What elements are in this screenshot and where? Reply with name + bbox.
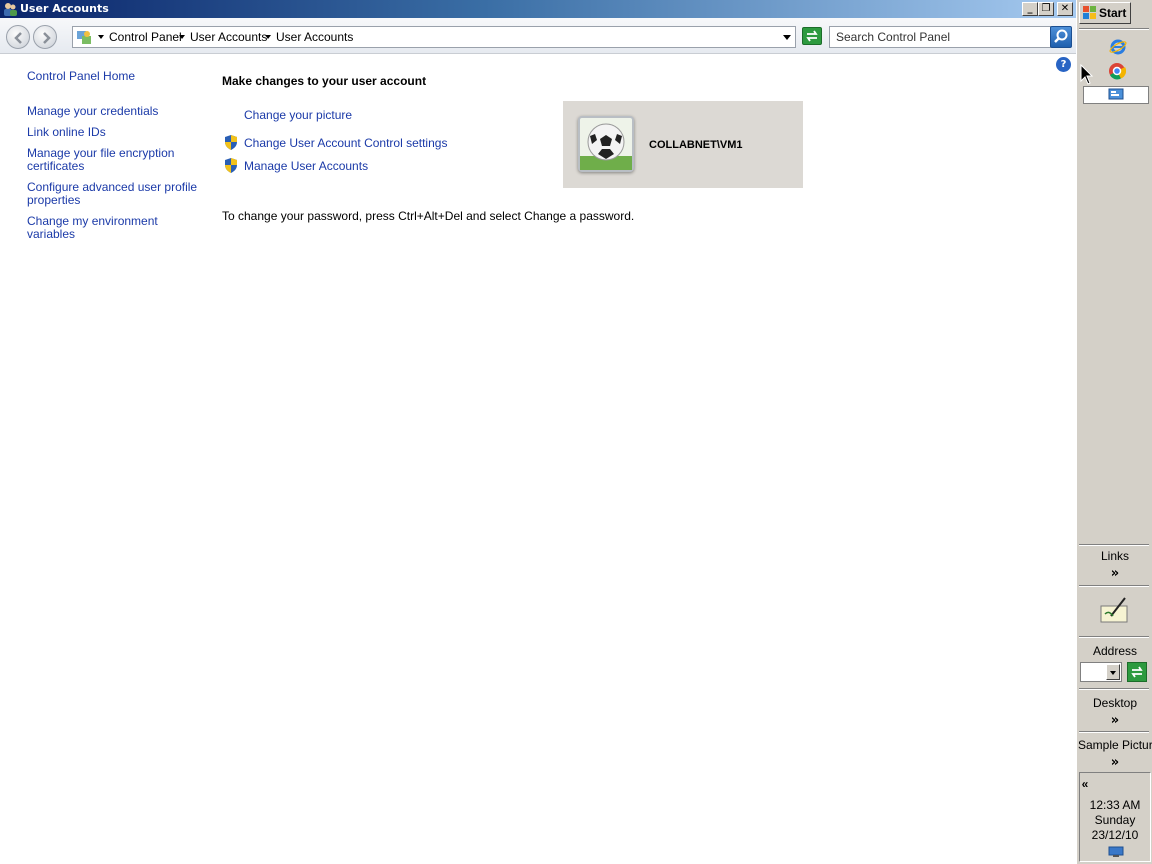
links-chevron[interactable]: »: [1077, 566, 1152, 581]
show-desktop-icon: [1108, 88, 1124, 100]
windows-logo-icon: [1083, 6, 1096, 19]
address-history-dropdown[interactable]: [783, 35, 791, 40]
user-name: COLLABNET\VM1: [649, 139, 743, 151]
breadcrumb-user-accounts-current[interactable]: User Accounts: [276, 30, 353, 44]
address-go-button[interactable]: [1127, 662, 1147, 682]
clock-day: Sunday: [1094, 813, 1136, 827]
taskbar-separator: [1079, 544, 1149, 546]
desktop-toolbar-label[interactable]: Desktop: [1077, 696, 1152, 710]
taskbar-separator: [1079, 636, 1149, 638]
internet-explorer-icon[interactable]: [1109, 38, 1127, 56]
tray-expand-chevron[interactable]: «: [1050, 777, 1120, 791]
change-picture-link[interactable]: Change your picture: [244, 108, 352, 122]
change-uac-settings-link[interactable]: Change User Account Control settings: [244, 136, 447, 150]
window-title: User Accounts: [20, 2, 109, 15]
user-accounts-window: User Accounts _ ❐ ✕ Control Panel User A…: [0, 0, 1076, 864]
uac-shield-icon: [225, 135, 237, 150]
address-toolbar-label: Address: [1092, 644, 1138, 658]
breadcrumb-arrow[interactable]: [265, 35, 271, 39]
control-panel-icon: [77, 31, 91, 44]
taskbar-separator: [1079, 731, 1149, 733]
chevron-down-icon: [1110, 671, 1116, 675]
sidebar-item-manage-credentials[interactable]: Manage your credentials: [27, 105, 158, 118]
network-icon[interactable]: [1108, 846, 1124, 858]
forward-button[interactable]: [33, 25, 57, 49]
page-title: Make changes to your user account: [222, 74, 427, 88]
taskbar: Start Links » Address Desktop » Sample P…: [1076, 0, 1152, 864]
refresh-icon: [806, 30, 818, 42]
breadcrumb-root-arrow[interactable]: [98, 35, 104, 39]
back-button[interactable]: [6, 25, 30, 49]
sample-pictures-chevron[interactable]: »: [1077, 755, 1152, 770]
start-label: Start: [1099, 6, 1127, 20]
clock-date: 23/12/10: [1091, 828, 1139, 842]
forward-arrow-icon: [43, 32, 51, 44]
uac-shield-icon: [225, 158, 237, 173]
sidebar-control-panel-home[interactable]: Control Panel Home: [27, 70, 135, 83]
close-button[interactable]: ✕: [1057, 2, 1073, 16]
taskbar-address-input[interactable]: [1080, 662, 1122, 682]
back-arrow-icon: [14, 32, 22, 44]
mouse-cursor-icon: [1080, 64, 1094, 85]
search-input[interactable]: Search Control Panel: [829, 26, 1051, 48]
breadcrumb-user-accounts[interactable]: User Accounts: [190, 30, 267, 44]
go-arrow-icon: [1131, 666, 1143, 678]
taskbar-separator: [1079, 585, 1149, 587]
chrome-icon[interactable]: [1108, 62, 1126, 80]
refresh-button[interactable]: [802, 27, 822, 45]
taskbar-separator: [1079, 28, 1149, 30]
restore-button[interactable]: ❐: [1038, 2, 1054, 16]
sidebar-item-file-encryption-line2[interactable]: certificates: [27, 160, 84, 173]
start-button[interactable]: Start: [1079, 2, 1131, 24]
help-icon[interactable]: ?: [1056, 57, 1071, 72]
address-dropdown-button[interactable]: [1106, 664, 1120, 680]
clock-time[interactable]: 12:33 AM: [1080, 798, 1150, 812]
sidebar-item-advanced-profile-line2[interactable]: properties: [27, 194, 80, 207]
sidebar-item-environment-variables[interactable]: Change my environment variables: [27, 215, 207, 241]
sample-pictures-label[interactable]: Sample Pictures: [1077, 738, 1152, 752]
manage-user-accounts-link[interactable]: Manage User Accounts: [244, 159, 368, 173]
navigation-toolbar: Control Panel User Accounts User Account…: [0, 18, 1076, 54]
title-bar[interactable]: User Accounts _ ❐ ✕: [0, 0, 1076, 18]
desktop-chevron[interactable]: »: [1077, 713, 1152, 728]
quick-launch-box[interactable]: [1083, 86, 1149, 104]
address-bar[interactable]: Control Panel User Accounts User Account…: [72, 26, 796, 48]
user-tile: COLLABNET\VM1: [563, 101, 803, 188]
links-toolbar-label[interactable]: Links: [1077, 549, 1152, 563]
search-icon: [1054, 29, 1068, 43]
note-pad-icon[interactable]: [1099, 596, 1131, 626]
taskbar-separator: [1079, 688, 1149, 690]
user-accounts-icon: [4, 3, 17, 16]
user-picture[interactable]: [578, 116, 634, 172]
breadcrumb-arrow[interactable]: [179, 35, 185, 39]
breadcrumb-control-panel[interactable]: Control Panel: [109, 30, 182, 44]
search-button[interactable]: [1050, 26, 1072, 48]
soccer-ball-icon: [580, 123, 632, 170]
system-tray: « 12:33 AM Sunday 23/12/10: [1079, 772, 1151, 862]
password-note: To change your password, press Ctrl+Alt+…: [222, 209, 635, 223]
minimize-button[interactable]: _: [1022, 2, 1038, 16]
sidebar-item-link-online-ids[interactable]: Link online IDs: [27, 126, 106, 139]
